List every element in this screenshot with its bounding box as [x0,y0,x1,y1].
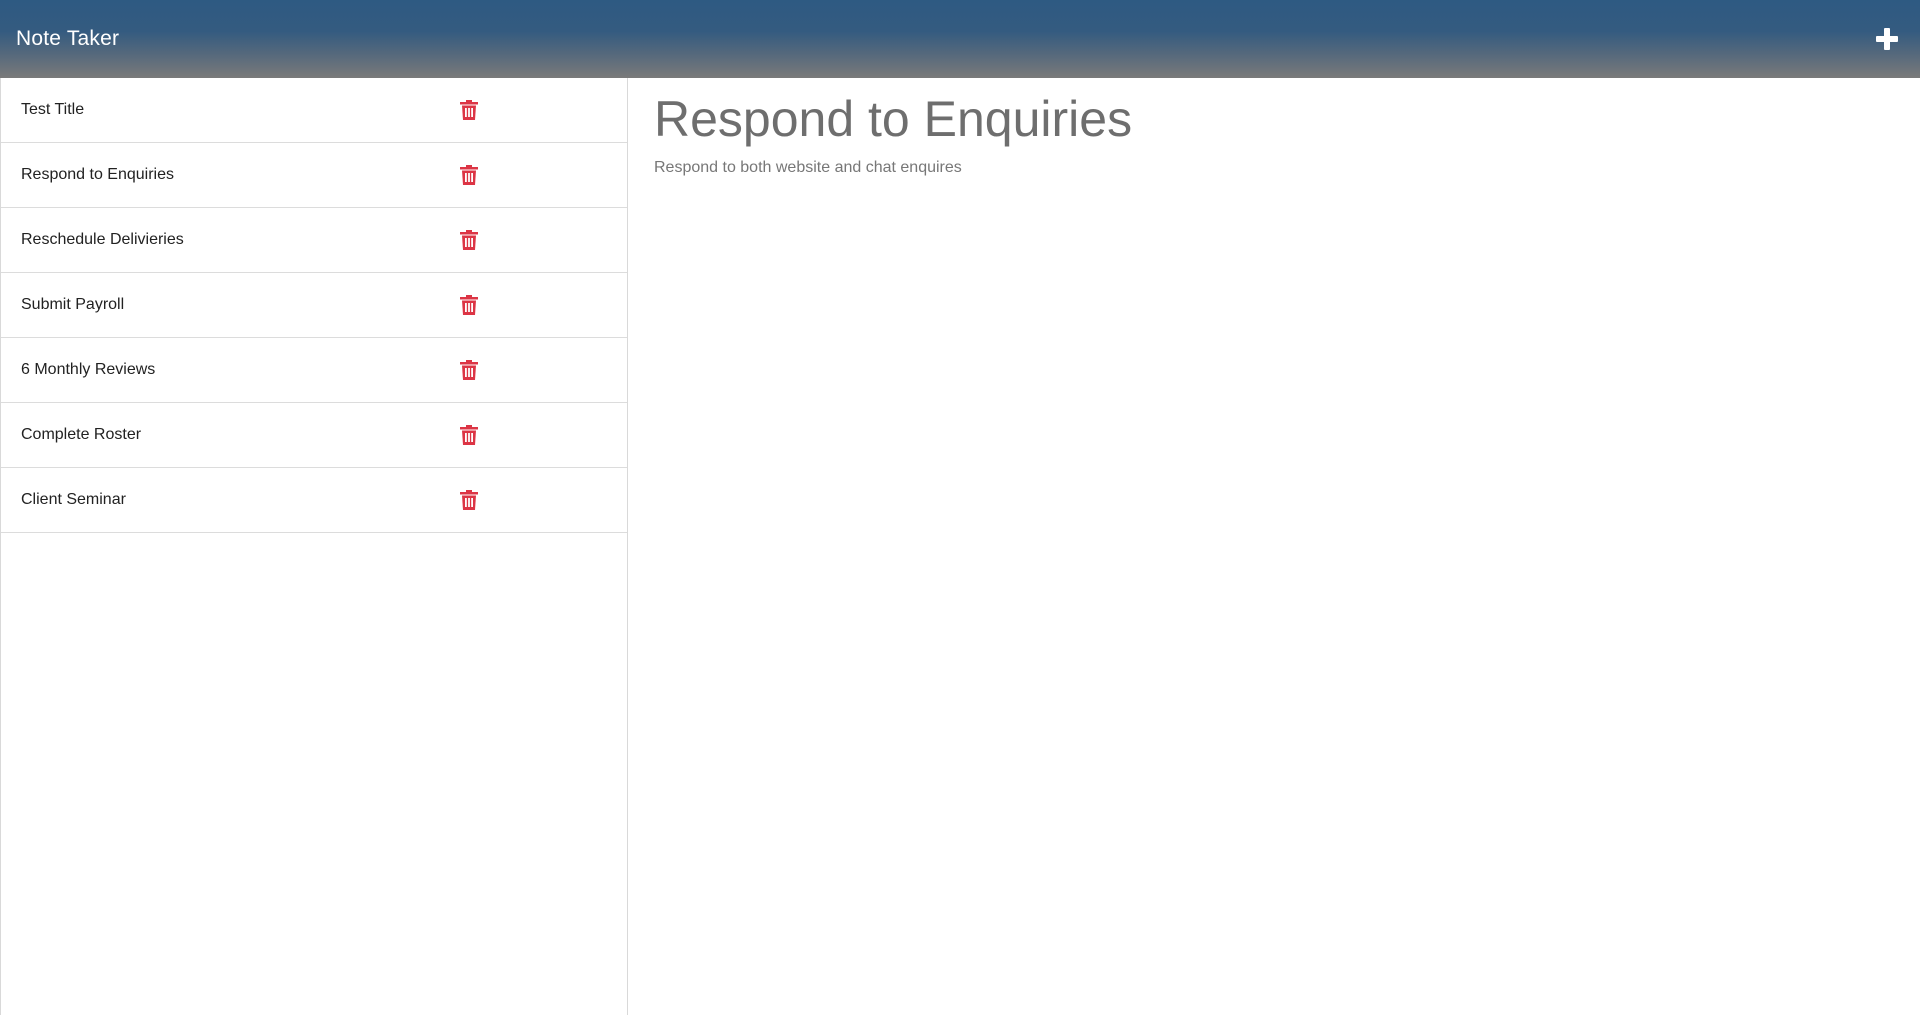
list-item[interactable]: Complete Roster [1,403,627,468]
list-item[interactable]: 6 Monthly Reviews [1,338,627,403]
navbar: Note Taker [0,0,1920,78]
list-item[interactable]: Client Seminar [1,468,627,533]
note-list-panel: Test Title Respond to Enquiries Reschedu… [0,78,628,1015]
note-title: Reschedule Delivieries [21,231,184,248]
trash-icon[interactable] [460,230,478,250]
note-title: Test Title [21,101,85,118]
note-editor: Respond to Enquiries Respond to both web… [628,78,1920,1015]
note-title: Client Seminar [21,491,126,508]
note-list: Test Title Respond to Enquiries Reschedu… [1,78,627,533]
note-title: Complete Roster [21,426,142,443]
trash-icon[interactable] [460,360,478,380]
trash-icon[interactable] [460,490,478,510]
list-item[interactable]: Respond to Enquiries [1,143,627,208]
list-item[interactable]: Reschedule Delivieries [1,208,627,273]
trash-icon[interactable] [460,295,478,315]
trash-icon[interactable] [460,425,478,445]
note-title-heading[interactable]: Respond to Enquiries [654,92,1894,147]
trash-icon[interactable] [460,100,478,120]
note-title: Submit Payroll [21,296,125,313]
trash-icon[interactable] [460,165,478,185]
note-title: 6 Monthly Reviews [21,361,156,378]
app-title[interactable]: Note Taker [16,27,119,51]
list-item[interactable]: Test Title [1,78,627,143]
plus-icon[interactable] [1874,26,1900,52]
list-item[interactable]: Submit Payroll [1,273,627,338]
note-title: Respond to Enquiries [21,166,174,183]
note-text[interactable]: Respond to both website and chat enquire… [654,159,1894,177]
